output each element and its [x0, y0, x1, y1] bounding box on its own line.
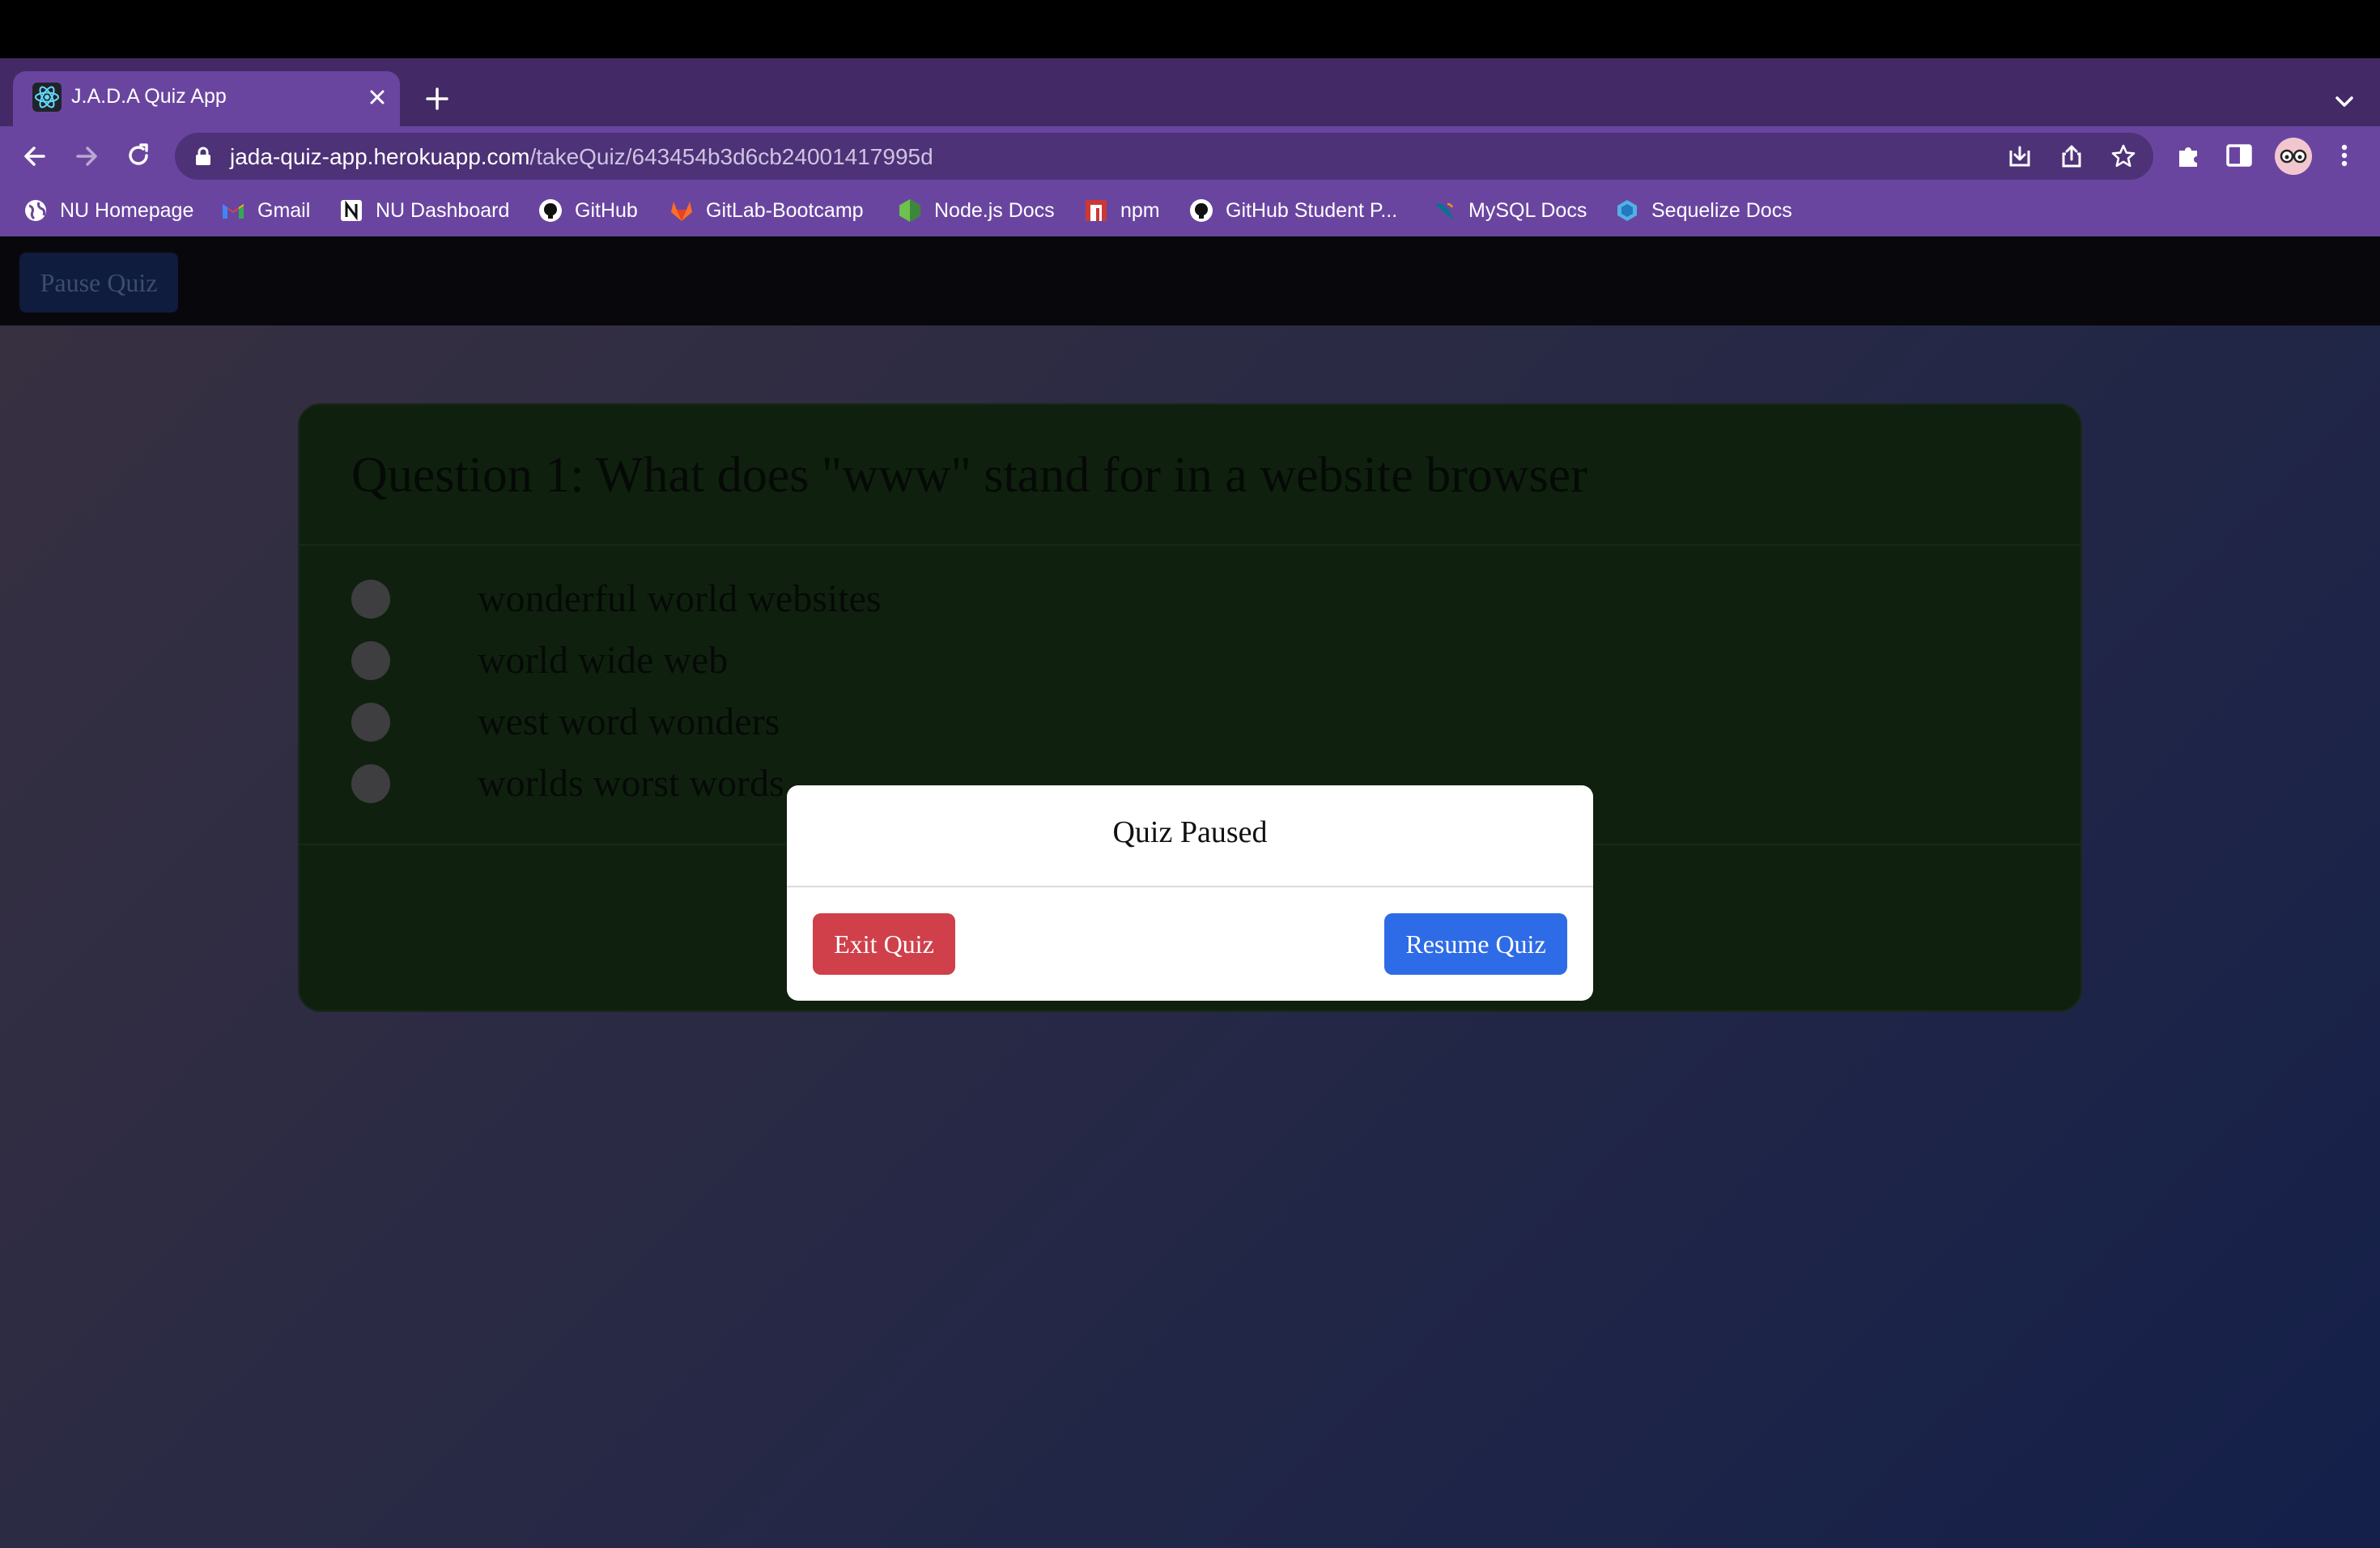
close-icon[interactable] [363, 83, 392, 112]
resume-quiz-button[interactable]: Resume Quiz [1384, 913, 1567, 975]
bookmark-github[interactable]: GitHub [538, 194, 638, 227]
github-icon [1190, 199, 1213, 222]
extensions-puzzle-icon[interactable] [2173, 139, 2205, 172]
browser-tabstrip: J.A.D.A Quiz App [0, 58, 2380, 126]
bookmark-label: Sequelize Docs [1651, 198, 1792, 222]
bookmark-label: Gmail [257, 198, 311, 222]
bookmark-label: Node.js Docs [934, 198, 1055, 222]
mysql-icon [1434, 202, 1454, 220]
bookmark-label: NU Dashboard [376, 198, 510, 222]
github-icon [539, 199, 562, 222]
forward-arrow-icon[interactable] [70, 139, 104, 173]
bookmark-mysql-docs[interactable]: MySQL Docs [1431, 194, 1587, 227]
pause-modal: Quiz Paused Exit Quiz Resume Quiz [787, 785, 1593, 1001]
bookmark-gmail[interactable]: Gmail [220, 194, 310, 227]
bookmark-star-icon[interactable] [2110, 142, 2137, 170]
bookmark-github-student-pack[interactable]: GitHub Student P... [1188, 194, 1397, 227]
glasses-icon [2280, 149, 2307, 164]
react-icon [32, 83, 62, 112]
new-tab-plus-icon[interactable] [421, 83, 453, 115]
share-icon[interactable] [2058, 142, 2085, 170]
gitlab-icon [671, 202, 692, 221]
radio-button[interactable] [351, 764, 390, 803]
answer-option-label: wonderful world websites [478, 577, 882, 620]
lock-icon[interactable] [194, 147, 212, 166]
reload-icon[interactable] [121, 139, 155, 173]
bookmark-label: MySQL Docs [1468, 198, 1587, 222]
modal-title: Quiz Paused [1112, 815, 1268, 849]
sequelize-icon [1617, 200, 1637, 221]
side-panel-icon[interactable] [2223, 139, 2255, 172]
radio-button[interactable] [351, 703, 390, 742]
pause-quiz-button[interactable]: Pause Quiz [19, 253, 178, 313]
install-app-icon[interactable] [2006, 142, 2034, 170]
divider [787, 886, 1593, 887]
notion-icon [341, 200, 362, 221]
answer-option-label: world wide web [478, 639, 729, 682]
bookmark-sequelize-docs[interactable]: Sequelize Docs [1614, 194, 1792, 227]
profile-avatar[interactable] [2275, 138, 2312, 175]
bookmark-gitlab-bootcamp[interactable]: GitLab-Bootcamp [669, 194, 864, 227]
exit-quiz-button[interactable]: Exit Quiz [813, 913, 955, 975]
browser-tab-active[interactable]: J.A.D.A Quiz App [13, 71, 400, 126]
bookmark-label: GitLab-Bootcamp [706, 198, 864, 222]
npm-icon [1086, 200, 1107, 221]
app-header: Pause Quiz [0, 236, 2380, 325]
bookmark-label: npm [1120, 198, 1160, 222]
bookmark-nodejs-docs[interactable]: Node.js Docs [897, 194, 1055, 227]
os-menu-bar [0, 0, 2380, 58]
divider [300, 544, 2080, 546]
question-title: Question 1: What does "www" stand for in… [351, 448, 1587, 503]
tab-title: J.A.D.A Quiz App [71, 85, 227, 108]
gmail-icon [223, 204, 244, 219]
radio-button[interactable] [351, 580, 390, 619]
bookmark-nu-homepage[interactable]: NU Homepage [23, 194, 193, 227]
bookmark-label: GitHub [575, 198, 638, 222]
answer-option-label: west word wonders [478, 700, 780, 743]
chevron-down-icon[interactable] [2328, 86, 2361, 118]
answer-option-label: worlds worst words [478, 762, 784, 805]
address-bar[interactable]: jada-quiz-app.herokuapp.com/takeQuiz/643… [175, 133, 2153, 180]
bookmark-npm[interactable]: npm [1083, 194, 1160, 227]
back-arrow-icon[interactable] [18, 139, 52, 173]
bookmark-label: NU Homepage [60, 198, 194, 222]
browser-toolbar: jada-quiz-app.herokuapp.com/takeQuiz/643… [0, 126, 2380, 186]
bookmarks-bar: NU Homepage Gmail NU Dashboard GitHub Gi… [0, 186, 2380, 236]
more-menu-icon[interactable] [2328, 139, 2361, 172]
bookmark-label: GitHub Student P... [1226, 198, 1398, 222]
globe-icon [25, 200, 46, 221]
nodejs-icon [899, 199, 920, 222]
bookmark-nu-dashboard[interactable]: NU Dashboard [338, 194, 509, 227]
url-text[interactable]: jada-quiz-app.herokuapp.com/takeQuiz/643… [230, 144, 933, 170]
radio-button[interactable] [351, 641, 390, 680]
